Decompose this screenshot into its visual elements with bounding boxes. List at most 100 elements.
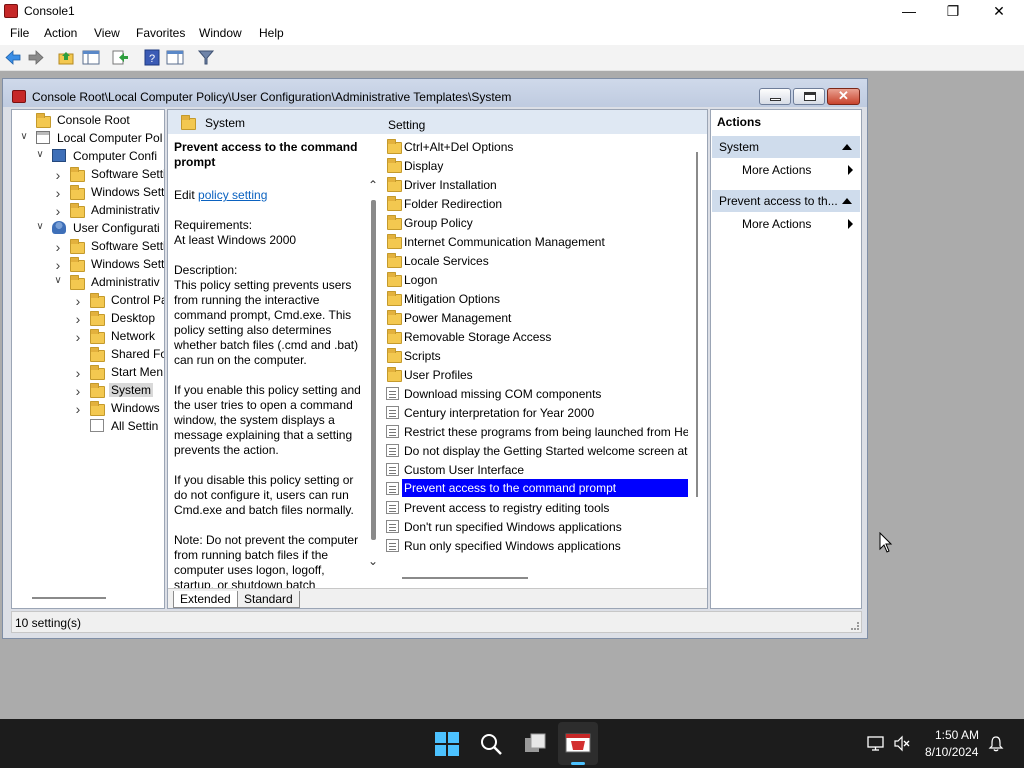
collapse-right-icon[interactable]: › [52, 185, 64, 201]
tree-item-label: Software Setti [91, 167, 165, 181]
actions-section-policy[interactable]: Prevent access to th... [712, 190, 860, 212]
menu-file[interactable]: File [10, 26, 29, 40]
tab-extended[interactable]: Extended [173, 591, 238, 608]
export-list-icon[interactable] [111, 49, 129, 66]
policy-setting-icon [386, 406, 399, 419]
help-icon[interactable]: ? [143, 49, 161, 66]
collapse-right-icon[interactable]: › [72, 401, 84, 417]
windows-start-icon[interactable] [434, 731, 460, 757]
expand-down-icon[interactable]: ∨ [34, 149, 46, 160]
more-actions-policy[interactable]: More Actions [742, 217, 811, 231]
scroll-up-icon[interactable]: ⌃ [368, 178, 378, 192]
tree-item-label: Computer Confi [73, 149, 158, 163]
setting-folder-item[interactable]: Internet Communication Management [382, 232, 688, 251]
setting-folder-item[interactable]: Power Management [382, 308, 688, 327]
edit-policy-link[interactable]: policy setting [198, 188, 267, 202]
collapse-right-icon[interactable]: › [72, 293, 84, 309]
collapse-right-icon[interactable]: › [72, 365, 84, 381]
setting-folder-item[interactable]: Scripts [382, 346, 688, 365]
expand-down-icon[interactable]: ∨ [52, 275, 64, 286]
collapse-right-icon[interactable]: › [52, 167, 64, 183]
setting-folder-item[interactable]: Locale Services [382, 251, 688, 270]
close-button[interactable]: ✕ [976, 0, 1022, 23]
collapse-right-icon[interactable]: › [52, 257, 64, 273]
up-folder-icon[interactable] [57, 49, 75, 66]
back-arrow-icon[interactable] [4, 49, 22, 66]
view-tabs: Extended Standard [168, 588, 707, 608]
setting-folder-item[interactable]: Mitigation Options [382, 289, 688, 308]
show-hide-tree-icon[interactable] [82, 49, 100, 66]
list-vscrollbar[interactable] [696, 152, 698, 497]
notification-bell-icon[interactable] [988, 735, 1004, 752]
setting-policy-item[interactable]: Prevent access to registry editing tools [382, 498, 688, 517]
clock-time[interactable]: 1:50 AM [935, 728, 979, 742]
folder-icon [90, 293, 105, 308]
child-close-button[interactable]: ✕ [827, 88, 860, 105]
list-hscrollbar[interactable] [402, 577, 528, 579]
setting-label: Group Policy [404, 216, 473, 230]
setting-folder-item[interactable]: Removable Storage Access [382, 327, 688, 346]
collapse-up-icon[interactable] [842, 144, 852, 150]
setting-policy-item[interactable]: Century interpretation for Year 2000 [382, 403, 688, 422]
menu-action[interactable]: Action [44, 26, 77, 40]
child-titlebar: Console Root\Local Computer Policy\User … [3, 79, 867, 107]
folder-icon [70, 203, 85, 218]
collapse-right-icon[interactable]: › [72, 329, 84, 345]
clock-date[interactable]: 8/10/2024 [925, 745, 978, 759]
setting-policy-item[interactable]: Download missing COM components [382, 384, 688, 403]
setting-policy-item[interactable]: Restrict these programs from being launc… [382, 422, 688, 441]
setting-policy-item[interactable]: Don't run specified Windows applications [382, 517, 688, 536]
menu-help[interactable]: Help [259, 26, 284, 40]
setting-policy-item[interactable]: Prevent access to the command prompt [382, 479, 688, 498]
menu-window[interactable]: Window [199, 26, 242, 40]
policy-setting-icon [386, 501, 399, 514]
actions-section-system[interactable]: System [712, 136, 860, 158]
network-icon[interactable] [867, 735, 885, 752]
resize-grip-icon[interactable] [851, 622, 859, 630]
tree-hscrollbar[interactable] [32, 597, 106, 599]
collapse-right-icon[interactable]: › [52, 203, 64, 219]
setting-folder-item[interactable]: Logon [382, 270, 688, 289]
scroll-down-icon[interactable]: ⌄ [368, 554, 378, 568]
setting-folder-item[interactable]: Folder Redirection [382, 194, 688, 213]
menu-view[interactable]: View [94, 26, 120, 40]
forward-arrow-icon[interactable] [27, 49, 45, 66]
setting-policy-item[interactable]: Run only specified Windows applications [382, 536, 688, 555]
mmc-taskbar-button[interactable] [558, 722, 598, 765]
setting-label: Do not display the Getting Started welco… [404, 444, 688, 458]
setting-policy-item[interactable]: Do not display the Getting Started welco… [382, 441, 688, 460]
maximize-button[interactable]: ❐ [930, 0, 976, 23]
show-action-pane-icon[interactable] [166, 49, 184, 66]
folder-icon [387, 139, 402, 154]
setting-folder-item[interactable]: Group Policy [382, 213, 688, 232]
task-view-icon[interactable] [522, 731, 548, 757]
more-actions-system[interactable]: More Actions [742, 163, 811, 177]
description-paragraph-3: If you disable this policy setting or do… [174, 473, 354, 517]
search-icon[interactable] [478, 731, 504, 757]
actions-header: Actions [717, 115, 762, 129]
collapse-right-icon[interactable]: › [52, 239, 64, 255]
tab-standard[interactable]: Standard [237, 591, 300, 608]
scroll-thumb[interactable] [371, 200, 376, 540]
child-restore-button[interactable] [793, 88, 825, 105]
folder-icon [387, 291, 402, 306]
setting-folder-item[interactable]: User Profiles [382, 365, 688, 384]
volume-muted-icon[interactable] [893, 735, 911, 752]
requirements-block: Requirements: At least Windows 2000 [174, 218, 364, 248]
expand-down-icon[interactable]: ∨ [34, 221, 46, 232]
collapse-right-icon[interactable]: › [72, 383, 84, 399]
menu-favorites[interactable]: Favorites [136, 26, 185, 40]
filter-icon[interactable] [197, 49, 215, 66]
setting-folder-item[interactable]: Display [382, 156, 688, 175]
collapse-right-icon[interactable]: › [72, 311, 84, 327]
setting-folder-item[interactable]: Driver Installation [382, 175, 688, 194]
setting-folder-item[interactable]: Ctrl+Alt+Del Options [382, 137, 688, 156]
collapse-up-icon[interactable] [842, 198, 852, 204]
description-scrollbar[interactable]: ⌃ ⌄ [366, 178, 382, 572]
expand-down-icon[interactable]: ∨ [18, 131, 30, 142]
child-minimize-button[interactable] [759, 88, 791, 105]
list-column-header[interactable]: Setting [374, 110, 707, 132]
minimize-button[interactable]: — [886, 0, 932, 23]
setting-policy-item[interactable]: Custom User Interface [382, 460, 688, 479]
edit-prefix: Edit [174, 188, 195, 202]
